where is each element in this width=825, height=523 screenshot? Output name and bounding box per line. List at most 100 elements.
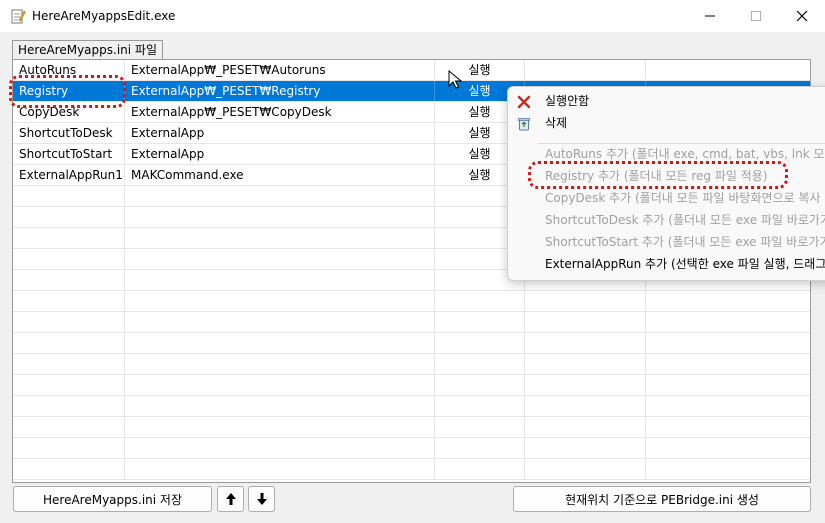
window-title: HereAreMyappsEdit.exe: [32, 9, 176, 23]
red-x-icon: [517, 94, 531, 109]
empty-row: [13, 417, 810, 438]
empty-row: [13, 312, 810, 333]
cell-empty: [525, 333, 646, 353]
cell-empty: [13, 249, 125, 269]
maximize-button[interactable]: [733, 0, 779, 32]
cell-empty: [646, 291, 810, 311]
cell-name: ShortcutToStart: [13, 144, 125, 164]
close-icon: [796, 10, 808, 22]
cell-path: ExternalApp₩_PESET₩CopyDesk: [125, 102, 435, 122]
cell-name: AutoRuns: [13, 60, 125, 80]
empty-row: [13, 333, 810, 354]
context-menu: 실행안함 삭제 AutoRuns 추가 (폴더내 exe, cmd, bat, …: [507, 86, 825, 281]
title-bar: HereAreMyappsEdit.exe: [0, 0, 825, 32]
cell-path: ExternalApp₩_PESET₩Autoruns: [125, 60, 435, 80]
menu-item-delete[interactable]: 삭제: [508, 112, 825, 134]
cell-empty: [646, 312, 810, 332]
cell-empty: [13, 354, 125, 374]
cell-empty: [525, 438, 646, 458]
menu-item-disable-run[interactable]: 실행안함: [508, 90, 825, 112]
cell-empty: [13, 438, 125, 458]
cell-empty: [125, 207, 435, 227]
cell-empty: [125, 438, 435, 458]
minimize-icon: [705, 15, 715, 17]
move-down-button[interactable]: [248, 486, 275, 512]
cell-empty: [646, 354, 810, 374]
cell-empty: [125, 270, 435, 290]
cell-empty: [525, 354, 646, 374]
cell-empty: [125, 375, 435, 395]
cell-name: Registry: [13, 81, 125, 101]
move-up-button[interactable]: [217, 486, 244, 512]
cell-empty: [13, 207, 125, 227]
empty-row: [13, 459, 810, 480]
cell-empty: [525, 312, 646, 332]
cell-empty: [646, 417, 810, 437]
cell-empty: [646, 333, 810, 353]
cell-empty: [13, 459, 125, 479]
menu-item-add-autoruns[interactable]: AutoRuns 추가 (폴더내 exe, cmd, bat, vbs, lnk…: [508, 143, 825, 165]
cell-empty: [525, 375, 646, 395]
cell-empty: [435, 375, 525, 395]
empty-row: [13, 354, 810, 375]
arrow-down-icon: [256, 493, 267, 505]
cell-empty: [525, 291, 646, 311]
cell-name: ExternalAppRun1: [13, 165, 125, 185]
cell-empty: [125, 312, 435, 332]
cell-empty: [646, 60, 810, 80]
empty-row: [13, 375, 810, 396]
cell-empty: [13, 228, 125, 248]
cell-empty: [13, 312, 125, 332]
close-button[interactable]: [779, 0, 825, 32]
cell-empty: [125, 186, 435, 206]
cell-path: ExternalApp: [125, 144, 435, 164]
cell-name: ShortcutToDesk: [13, 123, 125, 143]
menu-item-add-externalapprun[interactable]: ExternalAppRun 추가 (선택한 exe 파일 실행, 드래그하: [508, 253, 825, 275]
empty-row: [13, 438, 810, 459]
cell-empty: [435, 438, 525, 458]
cell-empty: [13, 396, 125, 416]
cell-empty: [435, 291, 525, 311]
generate-pebridge-button[interactable]: 현재위치 기준으로 PEBridge.ini 생성: [513, 486, 811, 512]
cell-empty: [435, 459, 525, 479]
notepad-icon: [10, 8, 26, 24]
cell-empty: [13, 333, 125, 353]
cell-name: CopyDesk: [13, 102, 125, 122]
cell-empty: [646, 375, 810, 395]
cell-empty: [525, 396, 646, 416]
cell-empty: [525, 459, 646, 479]
cell-empty: [525, 417, 646, 437]
cell-empty: [13, 417, 125, 437]
maximize-icon: [751, 11, 761, 21]
menu-item-add-copydesk[interactable]: CopyDesk 추가 (폴더내 모든 파일 바탕화면으로 복사: [508, 187, 825, 209]
cell-empty: [13, 375, 125, 395]
cell-empty: [646, 396, 810, 416]
minimize-button[interactable]: [687, 0, 733, 32]
menu-item-add-shortcut-start[interactable]: ShortcutToStart 추가 (폴더내 모든 exe 파일 바로가기: [508, 231, 825, 253]
cell-empty: [435, 417, 525, 437]
cell-empty: [435, 396, 525, 416]
cell-empty: [13, 291, 125, 311]
mouse-cursor-icon: [448, 69, 463, 90]
empty-row: [13, 291, 810, 312]
cell-empty: [125, 291, 435, 311]
cell-empty: [13, 270, 125, 290]
cell-empty: [435, 333, 525, 353]
cell-empty: [125, 417, 435, 437]
menu-item-add-shortcut-desk[interactable]: ShortcutToDesk 추가 (폴더내 모든 exe 파일 바로가기: [508, 209, 825, 231]
empty-row: [13, 396, 810, 417]
menu-item-add-registry[interactable]: Registry 추가 (폴더내 모든 reg 파일 적용): [508, 165, 825, 187]
cell-empty: [525, 60, 646, 80]
app-window: HereAreMyappsEdit.exe HereAreMyapps.ini …: [0, 0, 825, 523]
cell-empty: [125, 228, 435, 248]
cell-empty: [646, 459, 810, 479]
cell-empty: [435, 354, 525, 374]
cell-empty: [125, 354, 435, 374]
cell-empty: [435, 312, 525, 332]
cell-empty: [125, 459, 435, 479]
table-row[interactable]: AutoRuns ExternalApp₩_PESET₩Autoruns 실행: [13, 60, 810, 81]
tab-ini-file[interactable]: HereAreMyapps.ini 파일: [12, 40, 163, 60]
cell-empty: [13, 186, 125, 206]
save-ini-button[interactable]: HereAreMyapps.ini 저장: [13, 486, 212, 512]
cell-path: MAKCommand.exe: [125, 165, 435, 185]
